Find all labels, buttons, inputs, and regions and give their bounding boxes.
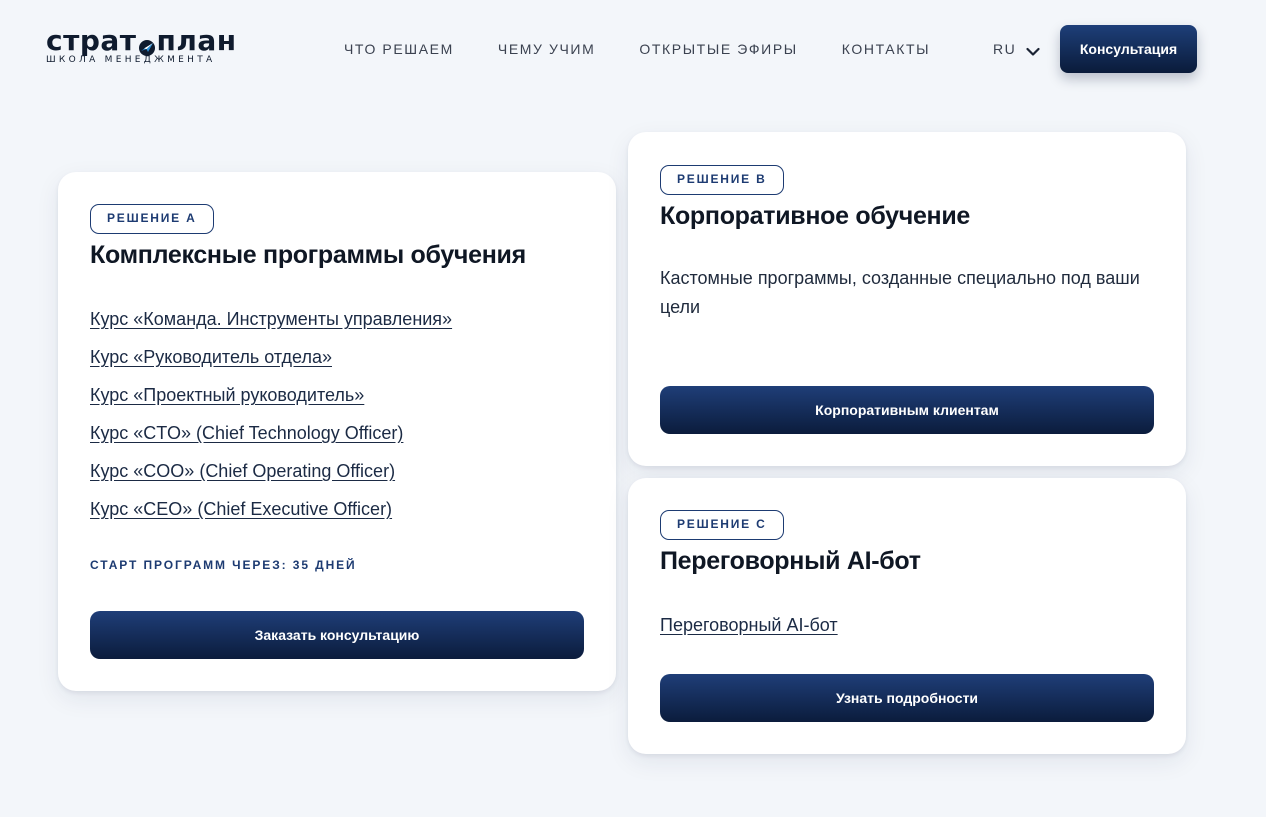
main-nav: ЧТО РЕШАЕМ ЧЕМУ УЧИМ ОТКРЫТЫЕ ЭФИРЫ КОНТ…: [344, 40, 974, 58]
list-item: Курс «CEO» (Chief Executive Officer): [90, 499, 452, 537]
nav-link-what-we-teach[interactable]: ЧЕМУ УЧИМ: [498, 40, 595, 58]
consultation-button[interactable]: Консультация: [1060, 25, 1197, 73]
order-consultation-button[interactable]: Заказать консультацию: [90, 611, 584, 659]
solution-b-description: Кастомные программы, созданные специальн…: [660, 268, 1140, 317]
solution-c-title: Переговорный AI-бот: [660, 547, 921, 575]
nav-link-contacts[interactable]: КОНТАКТЫ: [842, 40, 930, 58]
list-item: Курс «Проектный руководитель»: [90, 385, 452, 423]
course-link-coo[interactable]: Курс «COO» (Chief Operating Officer): [90, 461, 395, 481]
course-link-team[interactable]: Курс «Команда. Инструменты управления»: [90, 309, 452, 329]
program-start-note: СТАРТ ПРОГРАММ ЧЕРЕЗ: 35 ДНЕЙ: [90, 558, 357, 572]
logo-word-left: страт: [46, 24, 137, 57]
list-item: Курс «COO» (Chief Operating Officer): [90, 461, 452, 499]
logo-word-right: план: [156, 24, 237, 57]
nav-link-open-broadcasts[interactable]: ОТКРЫТЫЕ ЭФИРЫ: [639, 40, 797, 58]
course-list: Курс «Команда. Инструменты управления» К…: [90, 309, 452, 537]
language-label: RU: [993, 41, 1017, 57]
course-link-project-manager[interactable]: Курс «Проектный руководитель»: [90, 385, 364, 405]
course-link-department-head[interactable]: Курс «Руководитель отдела»: [90, 347, 332, 367]
ai-bot-link[interactable]: Переговорный AI-бот: [660, 615, 838, 636]
solution-c-badge: РЕШЕНИЕ C: [660, 510, 784, 540]
logo-wordmark: страт план: [46, 26, 246, 56]
logo[interactable]: страт план ШКОЛА МЕНЕДЖМЕНТА: [46, 26, 246, 70]
solution-a-badge: РЕШЕНИЕ A: [90, 204, 214, 234]
learn-more-button[interactable]: Узнать подробности: [660, 674, 1154, 722]
solution-a-card: РЕШЕНИЕ A Комплексные программы обучения…: [58, 172, 616, 691]
solution-b-badge: РЕШЕНИЕ B: [660, 165, 784, 195]
course-link-cto[interactable]: Курс «CTO» (Chief Technology Officer): [90, 423, 403, 443]
solution-b-title: Корпоративное обучение: [660, 202, 971, 230]
course-link-ceo[interactable]: Курс «CEO» (Chief Executive Officer): [90, 499, 392, 519]
solution-c-card: РЕШЕНИЕ C Переговорный AI-бот Переговорн…: [628, 478, 1186, 754]
language-selector[interactable]: RU: [993, 40, 1040, 58]
list-item: Курс «Команда. Инструменты управления»: [90, 309, 452, 347]
nav-link-what-we-solve[interactable]: ЧТО РЕШАЕМ: [344, 40, 454, 58]
corporate-clients-button[interactable]: Корпоративным клиентам: [660, 386, 1154, 434]
solution-a-title: Комплексные программы обучения: [90, 241, 526, 269]
list-item: Курс «CTO» (Chief Technology Officer): [90, 423, 452, 461]
site-header: страт план ШКОЛА МЕНЕДЖМЕНТА ЧТО РЕШАЕМ …: [0, 0, 1266, 98]
chevron-down-icon: [1026, 44, 1040, 56]
list-item: Курс «Руководитель отдела»: [90, 347, 452, 385]
logo-plane-icon: [138, 33, 156, 56]
solution-b-card: РЕШЕНИЕ B Корпоративное обучение Кастомн…: [628, 132, 1186, 466]
